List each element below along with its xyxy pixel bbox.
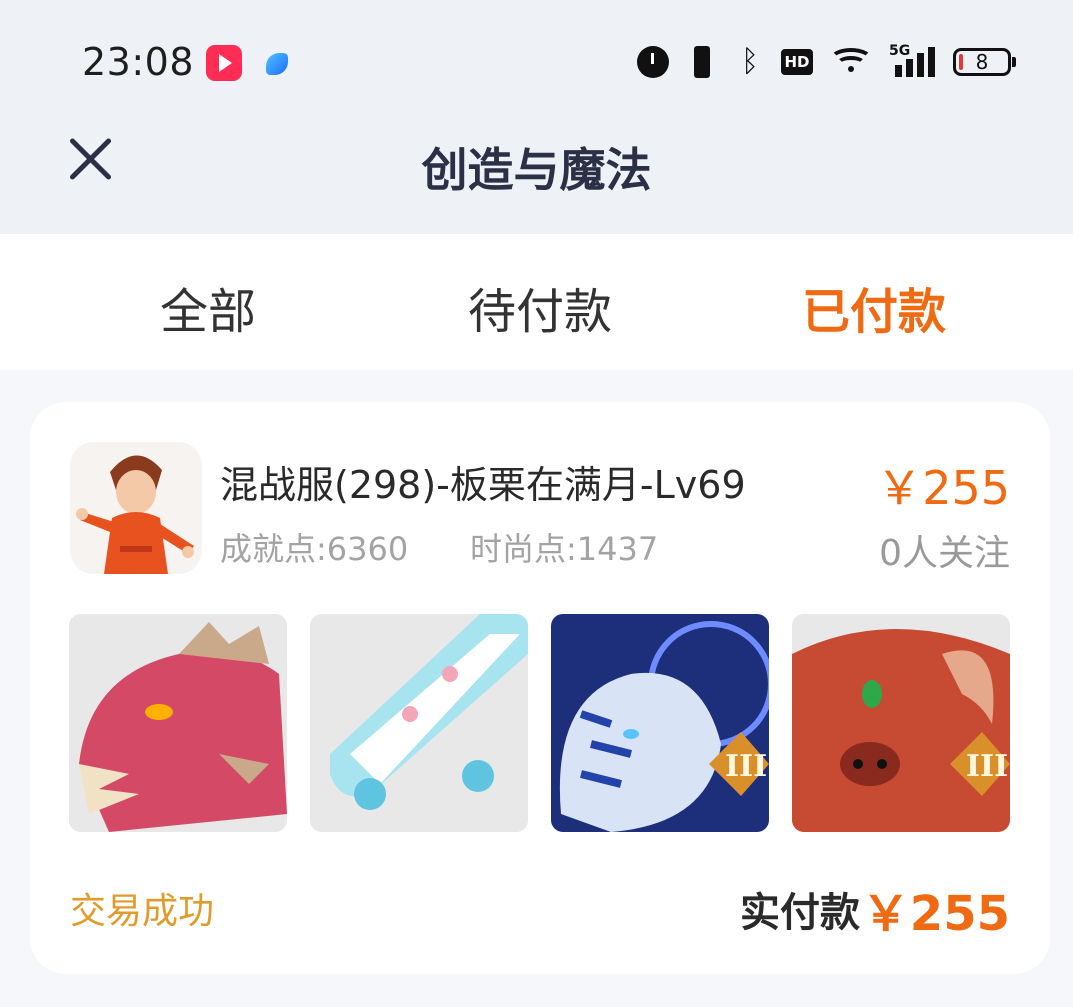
tab-pending-payment[interactable]: 待付款	[410, 272, 670, 342]
tiger-mount-image[interactable]: III	[551, 614, 769, 832]
achievement-points: 成就点:6360	[220, 530, 409, 568]
svg-text:III: III	[966, 749, 1008, 784]
page-title: 创造与魔法	[421, 143, 652, 197]
hd-icon: HD	[781, 49, 813, 75]
wifi-icon	[829, 46, 873, 78]
order-status: 交易成功	[70, 891, 215, 932]
status-bar: 23:08 ᛒ HD 5G 8	[0, 0, 1073, 120]
character-avatar	[70, 442, 202, 574]
video-app-icon	[206, 45, 242, 81]
listing-price: ￥255	[876, 461, 1010, 515]
account-title: 混战服(298)-板栗在满月-Lv69	[220, 463, 746, 507]
follower-count: 0人关注	[879, 533, 1010, 574]
signal-5g-icon: 5G	[889, 43, 937, 79]
order-card[interactable]: 混战服(298)-板栗在满月-Lv69 成就点:6360 时尚点:1437 ￥2…	[30, 402, 1050, 974]
bluetooth-icon: ᛒ	[741, 44, 759, 79]
battery-icon: 8	[953, 48, 1016, 76]
dragon-mount-image[interactable]	[69, 614, 287, 832]
network-type-label: 5G	[889, 43, 911, 59]
bull-demon-image[interactable]: III	[792, 614, 1010, 832]
tab-all[interactable]: 全部	[78, 272, 338, 342]
page-header: 创造与魔法	[0, 120, 1073, 234]
svg-text:III: III	[725, 749, 767, 784]
fashion-points: 时尚点:1437	[470, 530, 659, 568]
skateboard-image[interactable]	[310, 614, 528, 832]
clock-time: 23:08	[82, 40, 195, 84]
tab-paid[interactable]: 已付款	[744, 272, 1004, 342]
paid-amount: ￥255	[861, 886, 1010, 942]
paid-amount-label: 实付款	[740, 890, 860, 936]
feather-app-icon	[260, 45, 296, 81]
alarm-icon	[637, 46, 669, 78]
vibrate-icon	[685, 45, 719, 79]
order-tabs: 全部 待付款 已付款	[0, 234, 1073, 370]
status-indicators: ᛒ HD 5G 8	[637, 42, 1016, 82]
